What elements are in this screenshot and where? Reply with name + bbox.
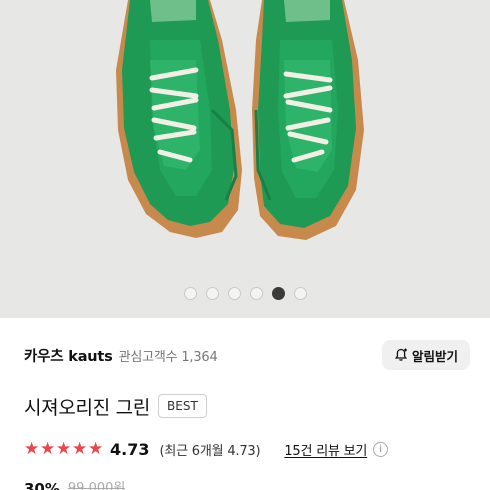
notify-button-label: 알림받기 bbox=[411, 348, 458, 364]
discount-rate: 30% bbox=[24, 480, 60, 490]
best-badge: BEST bbox=[158, 394, 207, 418]
rating-stars: ★ ★ ★ ★ ★ bbox=[24, 439, 104, 459]
review-link[interactable]: 15건 리뷰 보기 bbox=[284, 440, 367, 459]
carousel-dot[interactable] bbox=[249, 287, 263, 300]
star-icon: ★ bbox=[72, 439, 88, 459]
notify-button[interactable]: 알림받기 bbox=[381, 340, 470, 370]
product-image-gallery[interactable] bbox=[0, 0, 490, 318]
original-price: 99,000원 bbox=[67, 481, 126, 490]
carousel-dot[interactable] bbox=[183, 287, 197, 300]
carousel-dot-active[interactable] bbox=[271, 287, 285, 300]
carousel-dot[interactable] bbox=[227, 287, 241, 300]
star-icon: ★ bbox=[88, 439, 104, 459]
brand-name[interactable]: 카우츠 kauts bbox=[24, 345, 113, 366]
bell-plus-icon bbox=[394, 348, 407, 361]
rating-recent: (최근 6개월 4.73) bbox=[159, 443, 261, 459]
info-icon[interactable]: i bbox=[373, 441, 389, 457]
carousel-dots bbox=[0, 287, 490, 303]
carousel-dot[interactable] bbox=[205, 287, 219, 300]
product-photo bbox=[0, 0, 490, 318]
price-row: 30% 99,000원 bbox=[24, 480, 125, 490]
star-icon: ★ bbox=[56, 439, 72, 459]
right-shoe bbox=[252, 0, 364, 240]
carousel-dot[interactable] bbox=[293, 287, 307, 300]
star-icon: ★ bbox=[24, 439, 40, 459]
product-title-row: 시져오리진 그린 BEST bbox=[24, 391, 207, 421]
rating-row: ★ ★ ★ ★ ★ 4.73 (최근 6개월 4.73) 15건 리뷰 보기 i bbox=[24, 436, 470, 462]
star-icon: ★ bbox=[40, 439, 56, 459]
brand-row: 카우츠 kauts 관심고객수 1,364 알림받기 bbox=[24, 338, 470, 372]
brand-followers: 관심고객수 1,364 bbox=[118, 349, 218, 365]
rating-score: 4.73 bbox=[110, 439, 150, 459]
product-title: 시져오리진 그린 bbox=[24, 396, 151, 419]
